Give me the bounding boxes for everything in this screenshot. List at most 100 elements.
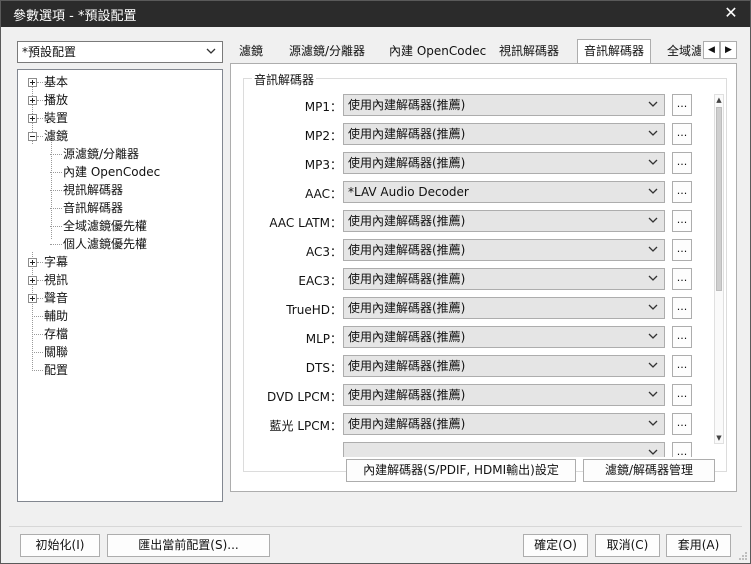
decoder-options-button[interactable]: ... <box>672 355 692 377</box>
tree-item[interactable]: 關聯 <box>18 343 222 361</box>
tab-item[interactable]: 源濾鏡/分離器 <box>283 41 371 63</box>
tree-item[interactable]: 配置 <box>18 361 222 379</box>
decoder-options-button[interactable]: ... <box>672 268 692 290</box>
decoder-select-value: 使用內建解碼器(推薦) <box>348 98 466 112</box>
decoder-select[interactable]: 使用內建解碼器(推薦) <box>343 239 665 261</box>
group-title: 音訊解碼器 <box>252 71 317 88</box>
decoder-row: MP2： 使用內建解碼器(推薦)... <box>244 122 710 151</box>
tab-active[interactable]: 音訊解碼器 <box>577 39 652 64</box>
close-icon[interactable]: ✕ <box>720 2 742 24</box>
tree-subitem[interactable]: 源濾鏡/分離器 <box>18 145 222 163</box>
tree-item-label: 關聯 <box>44 345 69 359</box>
tree-item[interactable]: 字幕 <box>18 253 222 271</box>
reset-button[interactable]: 初始化(I) <box>20 534 100 557</box>
decoder-select-value: 使用內建解碼器(推薦) <box>348 388 466 402</box>
decoder-options-button[interactable]: ... <box>672 442 692 457</box>
decoder-options-button[interactable]: ... <box>672 181 692 203</box>
expand-icon[interactable] <box>28 114 37 123</box>
tree-item[interactable]: 濾鏡 <box>18 127 222 145</box>
builtin-decoder-settings-button[interactable]: 內建解碼器(S/PDIF, HDMI輸出)設定 <box>346 459 576 482</box>
expand-icon[interactable] <box>28 276 37 285</box>
tree-subitem[interactable]: 全域濾鏡優先權 <box>18 217 222 235</box>
expand-icon[interactable] <box>28 258 37 267</box>
tab-item[interactable]: 全域濾 <box>661 41 701 63</box>
tree-item[interactable]: 聲音 <box>18 289 222 307</box>
scroll-up-icon[interactable]: ▲ <box>715 95 723 105</box>
decoder-options-button[interactable]: ... <box>672 326 692 348</box>
ok-button[interactable]: 確定(O) <box>523 534 588 557</box>
tree-connector <box>37 100 43 101</box>
title-bar: 參數選項 - *預設配置 ✕ <box>1 1 750 27</box>
decoder-options-button[interactable]: ... <box>672 384 692 406</box>
decoder-options-button[interactable]: ... <box>672 413 692 435</box>
tree-item[interactable]: 輔助 <box>18 307 222 325</box>
decoder-select[interactable]: *LAV Audio Decoder <box>343 181 665 203</box>
decoder-select[interactable]: 使用內建解碼器(推薦) <box>343 355 665 377</box>
collapse-icon[interactable] <box>28 132 37 141</box>
tree-item[interactable]: 裝置 <box>18 109 222 127</box>
tab-item[interactable]: 視訊解碼器 <box>493 41 565 63</box>
decoder-format-label: AC3： <box>305 245 342 259</box>
tree-item-label: 基本 <box>44 75 69 89</box>
decoder-options-button[interactable]: ... <box>672 239 692 261</box>
decoder-select[interactable]: 使用內建解碼器(推薦) <box>343 152 665 174</box>
decoder-options-button[interactable]: ... <box>672 152 692 174</box>
tree-item-label: 裝置 <box>44 111 69 125</box>
chevron-down-icon <box>646 385 660 405</box>
tab-scroll-right-icon[interactable]: ▶ <box>720 41 737 59</box>
tree-item[interactable]: 基本 <box>18 73 222 91</box>
chevron-down-icon <box>646 443 660 457</box>
expand-icon[interactable] <box>28 78 37 87</box>
tree-connector <box>32 370 43 371</box>
footer-divider <box>9 526 742 527</box>
scroll-thumb[interactable] <box>716 107 722 291</box>
filter-manager-button[interactable]: 濾鏡/解碼器管理 <box>583 459 715 482</box>
tab-scroll-left-icon[interactable]: ◀ <box>703 41 720 59</box>
decoder-select[interactable]: 使用內建解碼器(推薦) <box>343 413 665 435</box>
tree-subitem[interactable]: 視訊解碼器 <box>18 181 222 199</box>
tree-item[interactable]: 播放 <box>18 91 222 109</box>
decoder-select-value: *LAV Audio Decoder <box>348 185 469 199</box>
decoder-row: MLP： 使用內建解碼器(推薦)... <box>244 325 710 354</box>
decoder-scrollbar[interactable]: ▲ ▼ <box>714 94 724 444</box>
profile-select-value: *預設配置 <box>22 45 77 59</box>
decoder-format-label: DTS： <box>305 361 342 375</box>
resize-grip-icon[interactable] <box>738 551 748 561</box>
scroll-down-icon[interactable]: ▼ <box>715 433 723 443</box>
decoder-select[interactable]: 使用內建解碼器(推薦) <box>343 210 665 232</box>
tree-subitem-label: 全域濾鏡優先權 <box>63 219 148 233</box>
tree-item[interactable]: 視訊 <box>18 271 222 289</box>
decoder-options-button[interactable]: ... <box>672 123 692 145</box>
tree-item[interactable]: 存檔 <box>18 325 222 343</box>
chevron-down-icon <box>646 414 660 434</box>
decoder-select[interactable]: 使用內建解碼器(推薦) <box>343 297 665 319</box>
decoder-options-button[interactable]: ... <box>672 94 692 116</box>
expand-icon[interactable] <box>28 96 37 105</box>
tree-connector <box>32 352 43 353</box>
profile-select[interactable]: *預設配置 <box>17 41 223 63</box>
chevron-down-icon <box>646 327 660 347</box>
apply-button[interactable]: 套用(A) <box>666 534 731 557</box>
decoder-format-label: EAC3： <box>298 274 342 288</box>
decoder-row: AAC LATM： 使用內建解碼器(推薦)... <box>244 209 710 238</box>
decoder-options-button[interactable]: ... <box>672 297 692 319</box>
export-profile-button[interactable]: 匯出當前配置(S)... <box>107 534 270 557</box>
expand-icon[interactable] <box>28 294 37 303</box>
tree-subitem[interactable]: 內建 OpenCodec <box>18 163 222 181</box>
cancel-button[interactable]: 取消(C) <box>595 534 660 557</box>
tab-item[interactable]: 內建 OpenCodec <box>383 41 492 63</box>
tree-subitem[interactable]: 個人濾鏡優先權 <box>18 235 222 253</box>
tab-item[interactable]: 濾鏡 <box>233 41 269 63</box>
decoder-select[interactable]: 使用內建解碼器(推薦) <box>343 326 665 348</box>
tab-strip: 濾鏡 源濾鏡/分離器 內建 OpenCodec 視訊解碼器 音訊解碼器 全域濾 ◀ ▶ <box>233 39 738 64</box>
decoder-options-button[interactable]: ... <box>672 210 692 232</box>
decoder-select[interactable]: 使用內建解碼器(推薦) <box>343 384 665 406</box>
tree-connector <box>37 280 43 281</box>
decoder-select[interactable]: 使用內建解碼器(推薦) <box>343 268 665 290</box>
decoder-select-value: 使用內建解碼器(推薦) <box>348 272 466 286</box>
decoder-select[interactable]: 使用內建解碼器(推薦) <box>343 123 665 145</box>
decoder-select[interactable]: 使用內建解碼器(推薦) <box>343 94 665 116</box>
tree-subitem[interactable]: 音訊解碼器 <box>18 199 222 217</box>
decoder-select[interactable] <box>343 442 665 457</box>
tree-connector <box>37 82 43 83</box>
